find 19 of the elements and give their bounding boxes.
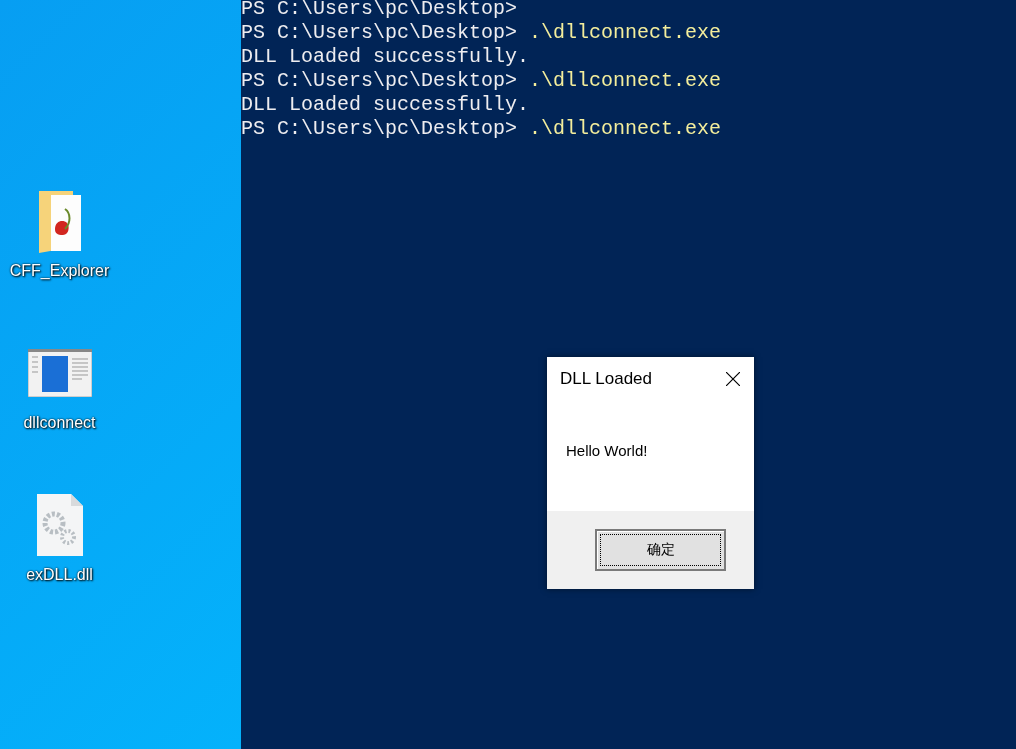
output-text: DLL Loaded successfully. [241, 93, 530, 117]
desktop-icon-label[interactable]: dllconnect [23, 414, 96, 432]
prompt-text: PS C:\Users\pc\Desktop> [241, 21, 518, 45]
gears-file-icon [35, 493, 84, 557]
command-text: .\dllconnect.exe [529, 69, 722, 93]
prompt-text: PS C:\Users\pc\Desktop> [241, 69, 518, 93]
command-text: .\dllconnect.exe [529, 21, 722, 45]
window-icon [27, 349, 92, 397]
prompt-text: PS C:\Users\pc\Desktop> [241, 117, 518, 141]
desktop-icon-label[interactable]: CFF_Explorer [9, 262, 110, 280]
folder-icon [36, 189, 83, 253]
ok-button[interactable]: 确定 [595, 529, 726, 571]
close-icon[interactable] [726, 372, 740, 386]
command-text: .\dllconnect.exe [529, 117, 722, 141]
prompt-text: PS C:\Users\pc\Desktop> [241, 0, 518, 21]
output-text: DLL Loaded successfully. [241, 45, 530, 69]
desktop-icon-label[interactable]: exDLL.dll [26, 566, 93, 584]
dialog-title: DLL Loaded [560, 369, 652, 389]
dialog-message: Hello World! [566, 441, 648, 459]
